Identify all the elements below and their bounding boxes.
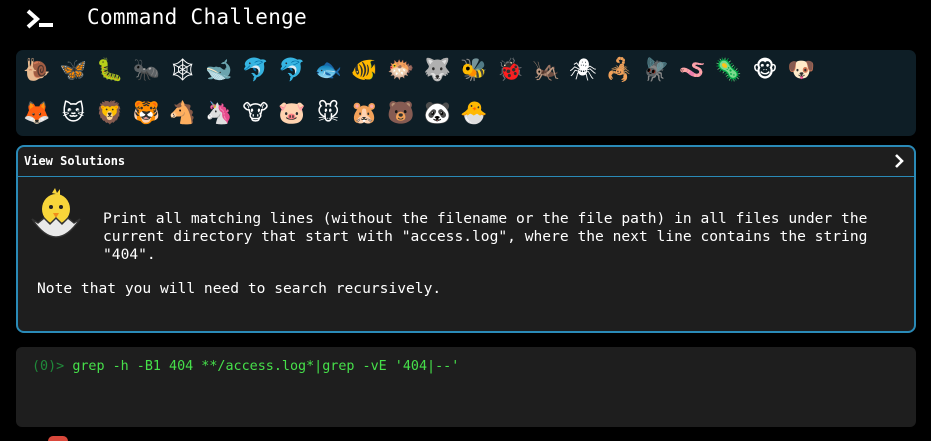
tropical-fish-icon[interactable]: 🐠: [350, 55, 380, 85]
whale-icon[interactable]: 🐋: [204, 55, 234, 85]
bee-icon[interactable]: 🐝: [459, 55, 489, 85]
chevron-right-icon[interactable]: [892, 153, 906, 169]
description-line: "404".: [103, 246, 156, 264]
wolf-icon[interactable]: 🐺: [422, 55, 452, 85]
cat-icon[interactable]: 🐱: [58, 98, 88, 128]
cow-icon[interactable]: 🐮: [240, 98, 270, 128]
description-line: current directory that start with "acces…: [103, 228, 868, 246]
partial-icon: [48, 436, 68, 441]
challenge-card: View Solutions Print all matching lines …: [16, 145, 916, 333]
caterpillar-icon[interactable]: 🐛: [95, 55, 125, 85]
worm-icon[interactable]: 🪱: [677, 55, 707, 85]
command-input[interactable]: grep -h -B1 404 **/access.log*|grep -vE …: [72, 359, 459, 374]
snail-icon[interactable]: 🐌: [22, 55, 52, 85]
hamster-icon[interactable]: 🐹: [350, 98, 380, 128]
bear-icon[interactable]: 🐻: [386, 98, 416, 128]
unicorn-icon[interactable]: 🦄: [204, 98, 234, 128]
pig-icon[interactable]: 🐷: [277, 98, 307, 128]
blowfish-icon[interactable]: 🐡: [386, 55, 416, 85]
tiger-icon[interactable]: 🐯: [131, 98, 161, 128]
app-title[interactable]: Command Challenge: [87, 5, 307, 29]
fish-icon[interactable]: 🐟: [313, 55, 343, 85]
emoji-level-selector: 🐌 🦋 🐛 🐜 🕸 🐋 🐬 🐬 🐟 🐠 🐡 🐺 🐝 🐞 🦗 🕷 🦂 🪰 🪱 🦠 🐵 🐶 🦊 🐱 🦁 🐯 🐴 🦄 🐮 🐷 🐭 🐹 🐻 🐼 🐣: [16, 50, 916, 136]
hatching-chick-icon[interactable]: 🐣: [459, 98, 489, 128]
dog-icon[interactable]: 🐶: [786, 55, 816, 85]
terminal-input-area[interactable]: (0)> grep -h -B1 404 **/access.log*|grep…: [16, 347, 916, 427]
panda-icon[interactable]: 🐼: [422, 98, 452, 128]
horse-icon[interactable]: 🐴: [168, 98, 198, 128]
butterfly-icon[interactable]: 🦋: [58, 55, 88, 85]
dolphin-icon[interactable]: 🐬: [240, 55, 270, 85]
monkey-icon[interactable]: 🐵: [750, 55, 780, 85]
hatching-chick-icon: [31, 188, 81, 238]
prompt-indicator: (0)>: [32, 359, 73, 374]
ant-icon[interactable]: 🐜: [131, 55, 161, 85]
description-line: Print all matching lines (without the fi…: [103, 210, 868, 227]
spider-icon[interactable]: 🕷: [568, 55, 598, 85]
mouse-icon[interactable]: 🐭: [313, 98, 343, 128]
fly-icon[interactable]: 🪰: [641, 55, 671, 85]
view-solutions-header[interactable]: View Solutions: [18, 147, 914, 177]
microbe-icon[interactable]: 🦠: [714, 55, 744, 85]
terminal-prompt-icon[interactable]: [26, 9, 56, 29]
dolphin-2-icon[interactable]: 🐬: [277, 55, 307, 85]
fox-icon[interactable]: 🦊: [22, 98, 52, 128]
challenge-note: Note that you will need to search recurs…: [37, 280, 442, 297]
challenge-description: Print all matching lines (without the fi…: [103, 210, 893, 265]
lion-icon[interactable]: 🦁: [95, 98, 125, 128]
scorpion-icon[interactable]: 🦂: [604, 55, 634, 85]
view-solutions-label: View Solutions: [24, 154, 126, 168]
command-line[interactable]: (0)> grep -h -B1 404 **/access.log*|grep…: [32, 359, 459, 374]
ladybug-icon[interactable]: 🐞: [495, 55, 525, 85]
cricket-icon[interactable]: 🦗: [532, 55, 562, 85]
spider-web-icon[interactable]: 🕸: [168, 55, 198, 85]
top-bar: Command Challenge: [0, 0, 931, 42]
